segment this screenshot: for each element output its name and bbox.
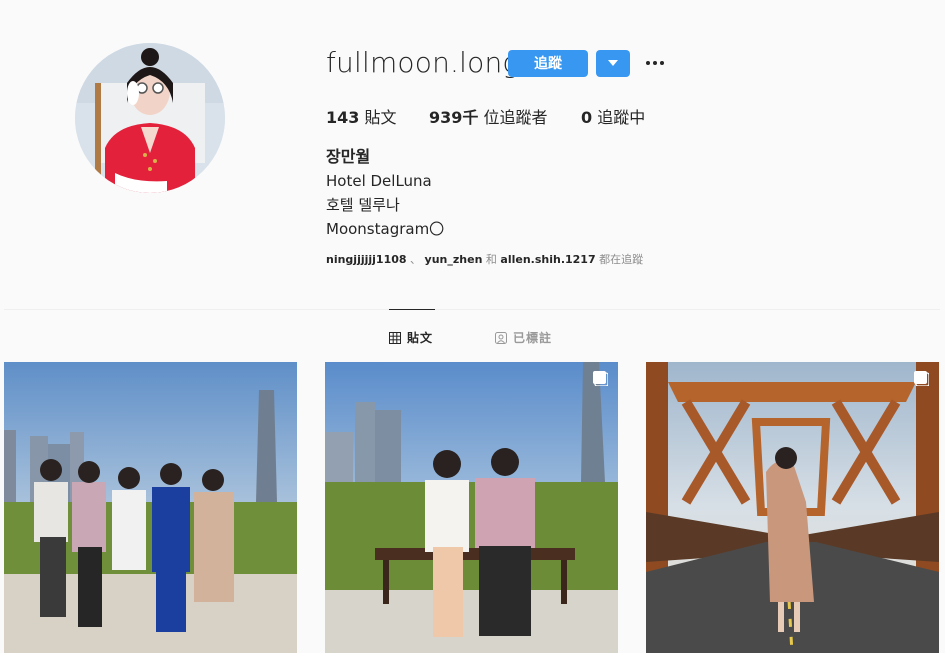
tab-posts[interactable]: 貼文 (389, 329, 433, 346)
dropdown-caret-icon (608, 60, 618, 66)
post-thumbnail[interactable] (4, 362, 297, 653)
tagged-icon (495, 331, 507, 344)
bio-line: Hotel DelLuna (326, 172, 432, 190)
multiple-photos-icon (914, 371, 929, 386)
followed-by-user[interactable]: allen.shih.1217 (500, 253, 595, 266)
followed-by-and: 和 (485, 253, 497, 266)
tab-posts-label: 貼文 (407, 331, 434, 345)
followed-by-user[interactable]: yun_zhen (425, 253, 483, 266)
followers-count: 939千 (429, 108, 479, 127)
profile-full-name: 장만월 (326, 147, 371, 166)
posts-stat: 143 貼文 (326, 104, 397, 128)
more-options-icon (646, 61, 664, 65)
profile-avatar[interactable] (75, 43, 225, 193)
followers-stat-label: 位追蹤者 (483, 108, 548, 127)
following-stat-label: 追蹤中 (597, 108, 646, 127)
bio-line: Moonstagram〇 (326, 220, 445, 238)
active-tab-indicator (389, 309, 435, 310)
suggestions-dropdown-button[interactable] (596, 50, 630, 77)
more-options-button[interactable] (644, 56, 666, 70)
posts-count: 143 (326, 108, 360, 127)
followers-stat[interactable]: 939千 位追蹤者 (429, 104, 548, 128)
posts-stat-label: 貼文 (364, 108, 397, 127)
grid-icon (389, 331, 401, 344)
bio-line: 호텔 델루나 (326, 196, 400, 214)
tabs-divider (4, 309, 940, 310)
follow-button[interactable]: 追蹤 (508, 50, 588, 77)
tab-tagged[interactable]: 已標註 (495, 329, 552, 346)
followed-by-separator: 、 (410, 253, 422, 266)
followed-by[interactable]: ningjjjjjj1108 、 yun_zhen 和 allen.shih.1… (326, 251, 643, 267)
multiple-photos-icon (593, 371, 608, 386)
post-thumbnail[interactable] (646, 362, 939, 653)
profile-username: fullmoon.long (326, 46, 520, 79)
profile-bio: 장만월 Hotel DelLuna 호텔 델루나 Moonstagram〇 (326, 145, 444, 241)
post-thumbnail[interactable] (325, 362, 618, 653)
following-count: 0 (581, 108, 593, 127)
followed-by-user[interactable]: ningjjjjjj1108 (326, 253, 407, 266)
followed-by-suffix: 都在追蹤 (599, 253, 644, 266)
tab-tagged-label: 已標註 (513, 331, 553, 345)
following-stat[interactable]: 0 追蹤中 (581, 104, 645, 128)
